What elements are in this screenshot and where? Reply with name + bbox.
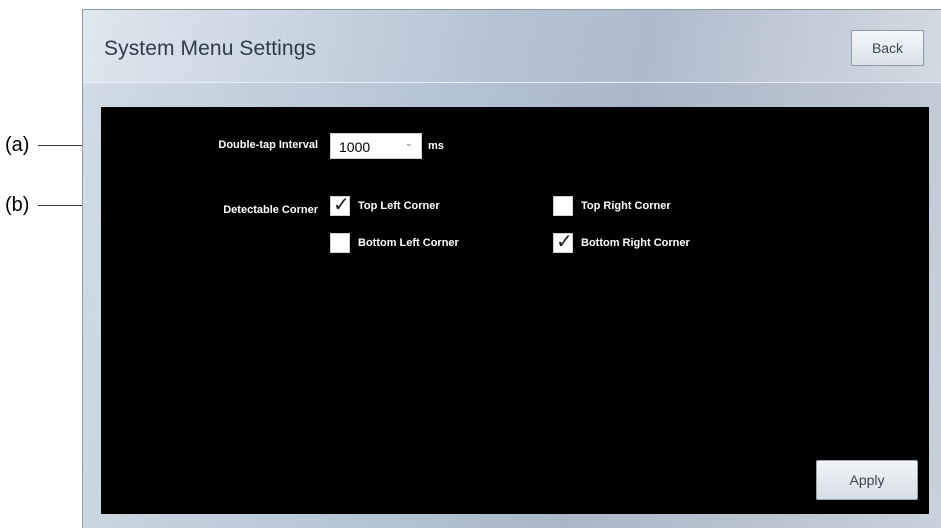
checkmark-icon: ✓ bbox=[333, 192, 350, 216]
checkbox-bottom-left-corner[interactable]: ✓ Bottom Left Corner bbox=[330, 233, 459, 253]
double-tap-interval-label: Double-tap Interval bbox=[218, 139, 318, 151]
double-tap-interval-select[interactable]: 1000 ⌄ bbox=[330, 133, 422, 159]
checkmark-icon: ✓ bbox=[556, 229, 573, 253]
window-header: System Menu Settings Back bbox=[83, 10, 941, 83]
checkbox-box[interactable]: ✓ bbox=[330, 192, 350, 216]
double-tap-interval-value: 1000 bbox=[339, 139, 371, 155]
checkbox-top-left-corner[interactable]: ✓ Top Left Corner bbox=[330, 192, 440, 216]
callout-label-a: (a) bbox=[5, 134, 30, 156]
checkbox-box[interactable]: ✓ bbox=[553, 196, 573, 216]
chevron-down-icon: ⌄ bbox=[404, 138, 413, 149]
checkbox-box[interactable]: ✓ bbox=[553, 229, 573, 253]
checkbox-top-right-corner[interactable]: ✓ Top Right Corner bbox=[553, 196, 671, 216]
apply-button[interactable]: Apply bbox=[816, 460, 918, 500]
page-title: System Menu Settings bbox=[104, 37, 317, 60]
settings-window: System Menu Settings Back Double-tap Int… bbox=[82, 9, 941, 528]
settings-panel: Double-tap Interval 1000 ⌄ ms Detectable… bbox=[101, 107, 929, 514]
checkbox-label: Top Left Corner bbox=[358, 200, 440, 212]
detectable-corner-label: Detectable Corner bbox=[223, 204, 318, 216]
callout-label-b: (b) bbox=[5, 194, 30, 216]
interval-unit-label: ms bbox=[428, 140, 444, 152]
back-button[interactable]: Back bbox=[851, 30, 924, 66]
figure: (a) (b) System Menu Settings Back Double… bbox=[0, 0, 941, 528]
checkbox-label: Top Right Corner bbox=[581, 200, 671, 212]
checkbox-label: Bottom Left Corner bbox=[358, 237, 459, 249]
checkbox-label: Bottom Right Corner bbox=[581, 237, 690, 249]
checkbox-box[interactable]: ✓ bbox=[330, 233, 350, 253]
checkbox-bottom-right-corner[interactable]: ✓ Bottom Right Corner bbox=[553, 229, 690, 253]
